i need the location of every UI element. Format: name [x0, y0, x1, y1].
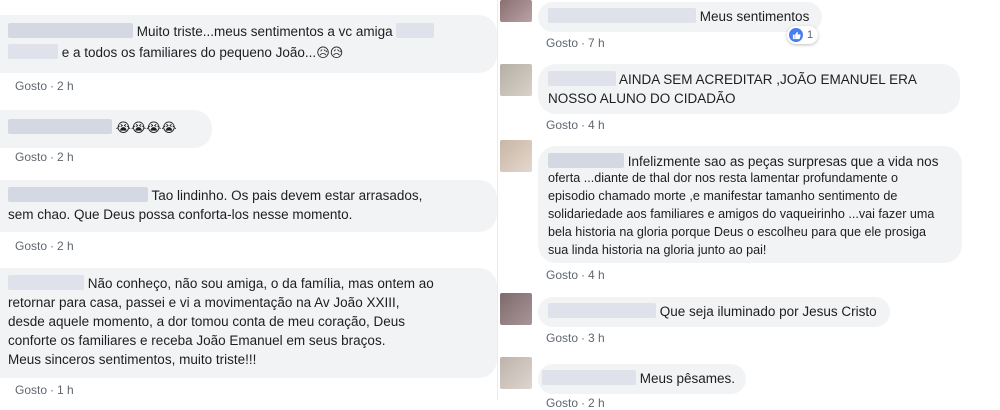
comment-text: oferta ...diante de thal dor nos resta l… [548, 171, 899, 185]
comment-text: Infelizmente sao as peças surpresas que … [627, 154, 939, 169]
redacted-name [8, 275, 84, 290]
comment-timestamp[interactable]: 3 h [588, 331, 605, 345]
avatar[interactable] [500, 64, 532, 96]
redacted-name [548, 8, 696, 23]
comment-text: NOSSO ALUNO DO CIDADÃO [548, 91, 736, 106]
comment-timestamp[interactable]: 2 h [57, 150, 74, 164]
like-link[interactable]: Gosto [546, 396, 578, 410]
comment-bubble: AINDA SEM ACREDITAR ,JOÃO EMANUEL ERA NO… [538, 64, 960, 114]
comment-text: conforte os familiares e receba João Ema… [8, 333, 386, 348]
comment-text: e a todos os familiares do pequeno João.… [61, 45, 317, 60]
redacted-name [8, 44, 58, 59]
column-divider [497, 0, 498, 400]
comment-text: episodio chamado morte ,e manifestar tam… [548, 189, 898, 203]
comment-text: retornar para casa, passei e vi a movime… [8, 295, 400, 310]
comment-timestamp[interactable]: 4 h [588, 118, 605, 132]
comment-text: Meus sentimentos [699, 9, 810, 24]
comment-bubble: Que seja iluminado por Jesus Cristo [538, 297, 890, 327]
avatar[interactable] [500, 140, 532, 172]
comment-meta: Gosto · 2 h [15, 239, 74, 253]
comment-bubble: Não conheço, não sou amiga, o da família… [0, 268, 497, 378]
comment-timestamp[interactable]: 7 h [588, 36, 605, 50]
redacted-name [8, 187, 148, 202]
like-link[interactable]: Gosto [15, 79, 47, 93]
crying-face-emoji: 😭😭😭😭 [115, 121, 177, 136]
like-link[interactable]: Gosto [546, 36, 578, 50]
comment-text: sem chao. Que Deus possa conforta-los ne… [8, 207, 353, 222]
comment-timestamp[interactable]: 4 h [588, 268, 605, 282]
comment-text: desde aquele momento, a dor tomou conta … [8, 314, 405, 329]
comment-timestamp[interactable]: 2 h [57, 79, 74, 93]
comment-bubble: Meus sentimentos [538, 2, 822, 32]
comment-text: solidariedade aos familiares e amigos do… [548, 207, 935, 221]
comment-meta: Gosto · 3 h [546, 331, 605, 345]
comment-meta: Gosto · 2 h [546, 396, 605, 410]
avatar[interactable] [500, 357, 532, 389]
comment-text: Meus pêsames. [639, 371, 736, 386]
comment-text: Meus sinceros sentimentos, muito triste!… [8, 352, 257, 367]
comment-text: AINDA SEM ACREDITAR ,JOÃO EMANUEL ERA [619, 72, 917, 87]
comment-meta: Gosto · 2 h [15, 79, 74, 93]
comment-bubble: Muito triste...meus sentimentos a vc ami… [0, 15, 497, 73]
redacted-name [548, 71, 616, 86]
comment-meta: Gosto · 1 h [15, 383, 74, 397]
like-link[interactable]: Gosto [546, 118, 578, 132]
like-link[interactable]: Gosto [546, 268, 578, 282]
comment-bubble: Infelizmente sao as peças surpresas que … [538, 146, 962, 263]
comment-meta: Gosto · 2 h [15, 150, 74, 164]
redacted-name [8, 23, 133, 38]
like-link[interactable]: Gosto [15, 383, 47, 397]
reaction-count[interactable]: 1 [787, 26, 819, 44]
comment-timestamp[interactable]: 1 h [57, 383, 74, 397]
comment-text: Não conheço, não sou amiga, o da família… [87, 276, 434, 291]
comment-text: Tao lindinho. Os pais devem estar arrasa… [151, 188, 423, 203]
comment-meta: Gosto · 4 h [546, 268, 605, 282]
avatar[interactable] [500, 0, 532, 22]
comment-timestamp[interactable]: 2 h [588, 396, 605, 410]
like-link[interactable]: Gosto [15, 239, 47, 253]
avatar[interactable] [500, 293, 532, 325]
like-link[interactable]: Gosto [15, 150, 47, 164]
redacted-name [548, 153, 624, 168]
comment-text: Que seja iluminado por Jesus Cristo [659, 304, 877, 319]
comment-text: Muito triste...meus sentimentos a vc ami… [136, 24, 393, 39]
comment-text: sua linda historia na gloria junto ao pa… [548, 243, 767, 257]
comment-bubble: 😭😭😭😭 [0, 110, 212, 148]
comment-bubble: Meus pêsames. [538, 364, 746, 394]
redacted-name [396, 23, 435, 38]
like-icon [789, 28, 803, 42]
like-link[interactable]: Gosto [546, 331, 578, 345]
comment-bubble: Tao lindinho. Os pais devem estar arrasa… [0, 180, 497, 232]
comment-timestamp[interactable]: 2 h [57, 239, 74, 253]
redacted-name [8, 119, 112, 134]
redacted-name [548, 303, 656, 318]
sad-face-emoji: 😥😥 [316, 46, 344, 61]
comment-meta: Gosto · 7 h [546, 36, 605, 50]
comment-text: bela historia na gloria porque Deus o es… [548, 225, 927, 239]
redacted-name [542, 370, 636, 385]
comment-meta: Gosto · 4 h [546, 118, 605, 132]
